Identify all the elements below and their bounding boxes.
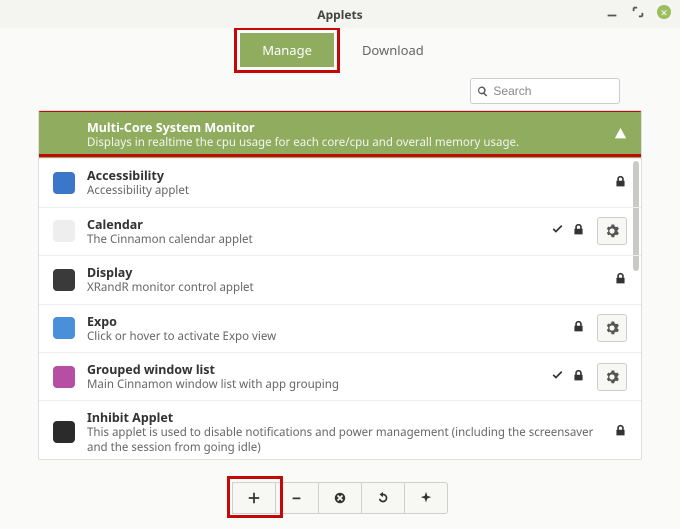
row-status-icons bbox=[614, 126, 627, 144]
applet-text: Inhibit AppletThis applet is used to dis… bbox=[87, 409, 602, 455]
row-status-icons bbox=[614, 271, 627, 289]
applet-title: Grouped window list bbox=[87, 361, 539, 378]
upgrade-button[interactable] bbox=[404, 482, 448, 514]
cancel-icon bbox=[333, 491, 347, 505]
applet-text: DisplayXRandR monitor control applet bbox=[87, 264, 602, 295]
lock-icon bbox=[614, 271, 627, 289]
search-row bbox=[0, 72, 680, 110]
close-icon: ✕ bbox=[657, 5, 671, 19]
applet-row[interactable]: AccessibilityAccessibility applet bbox=[39, 159, 641, 207]
lock-icon bbox=[572, 319, 585, 337]
search-icon bbox=[477, 85, 488, 98]
add-button[interactable] bbox=[232, 482, 276, 514]
applet-title: Inhibit Applet bbox=[87, 409, 602, 426]
activity-monitor-icon bbox=[53, 124, 75, 146]
applet-description: Displays in realtime the cpu usage for e… bbox=[87, 136, 602, 150]
tab-manage[interactable]: Manage bbox=[240, 33, 334, 67]
applet-title: Multi-Core System Monitor bbox=[87, 119, 602, 136]
applet-row[interactable]: Inhibit AppletThis applet is used to dis… bbox=[39, 401, 641, 460]
applet-title: Calendar bbox=[87, 216, 539, 233]
row-status-icons bbox=[614, 423, 627, 441]
applet-description: This applet is used to disable notificat… bbox=[87, 426, 602, 455]
row-status-icons bbox=[551, 222, 585, 240]
toolbar-button-group: − bbox=[233, 482, 448, 514]
applet-title: Expo bbox=[87, 313, 560, 330]
search-field[interactable] bbox=[470, 78, 620, 104]
applet-row[interactable]: CalendarThe Cinnamon calendar applet bbox=[39, 208, 641, 256]
lock-icon bbox=[572, 222, 585, 240]
configure-button[interactable] bbox=[597, 217, 627, 245]
sparkle-icon bbox=[419, 491, 433, 505]
row-status-icons bbox=[614, 174, 627, 192]
warning-icon bbox=[614, 126, 627, 144]
applet-description: XRandR monitor control applet bbox=[87, 281, 602, 295]
titlebar: Applets ✕ bbox=[0, 0, 680, 28]
applet-text: CalendarThe Cinnamon calendar applet bbox=[87, 216, 539, 247]
row-status-icons bbox=[572, 319, 585, 337]
highlight-manage: Manage bbox=[234, 27, 340, 73]
minimize-button[interactable] bbox=[604, 4, 620, 20]
enabled-check-icon bbox=[551, 368, 564, 386]
row-status-icons bbox=[551, 368, 585, 386]
lock-icon bbox=[572, 368, 585, 386]
minus-icon: − bbox=[292, 487, 301, 509]
close-button[interactable]: ✕ bbox=[656, 4, 672, 20]
accessibility-icon bbox=[53, 172, 75, 194]
window-title: Applets bbox=[317, 6, 362, 23]
remove-button[interactable]: − bbox=[275, 482, 319, 514]
enabled-check-icon bbox=[551, 222, 564, 240]
display-icon bbox=[53, 269, 75, 291]
expo-icon bbox=[53, 317, 75, 339]
window-controls: ✕ bbox=[604, 4, 672, 20]
applet-text: AccessibilityAccessibility applet bbox=[87, 167, 602, 198]
applet-text: ExpoClick or hover to activate Expo view bbox=[87, 313, 560, 344]
applet-text: Multi-Core System MonitorDisplays in rea… bbox=[87, 119, 602, 150]
applet-description: Click or hover to activate Expo view bbox=[87, 330, 560, 344]
maximize-button[interactable] bbox=[630, 4, 646, 20]
undo-icon bbox=[376, 491, 390, 505]
applet-row[interactable]: DisplayXRandR monitor control applet bbox=[39, 256, 641, 304]
inhibit-icon bbox=[53, 421, 75, 443]
applet-title: Accessibility bbox=[87, 167, 602, 184]
tab-bar: Manage Download bbox=[0, 28, 680, 72]
applets-window: Applets ✕ Manage Download Multi-Core Sys… bbox=[0, 0, 680, 529]
applet-list[interactable]: Multi-Core System MonitorDisplays in rea… bbox=[38, 110, 642, 460]
disable-button[interactable] bbox=[318, 482, 362, 514]
configure-button[interactable] bbox=[597, 314, 627, 342]
search-input[interactable] bbox=[493, 84, 613, 98]
calendar-icon bbox=[53, 220, 75, 242]
applet-row[interactable]: ExpoClick or hover to activate Expo view bbox=[39, 305, 641, 353]
applet-title: Display bbox=[87, 264, 602, 281]
applet-description: The Cinnamon calendar applet bbox=[87, 233, 539, 247]
applet-description: Main Cinnamon window list with app group… bbox=[87, 378, 539, 392]
lock-icon bbox=[614, 174, 627, 192]
tab-download[interactable]: Download bbox=[340, 33, 446, 67]
restore-button[interactable] bbox=[361, 482, 405, 514]
applet-row[interactable]: Grouped window listMain Cinnamon window … bbox=[39, 353, 641, 401]
configure-button[interactable] bbox=[597, 363, 627, 391]
applet-text: Grouped window listMain Cinnamon window … bbox=[87, 361, 539, 392]
bottom-toolbar: − bbox=[0, 473, 680, 523]
window-list-icon bbox=[53, 366, 75, 388]
plus-icon bbox=[247, 491, 261, 505]
applet-row[interactable]: Multi-Core System MonitorDisplays in rea… bbox=[39, 111, 641, 159]
applet-description: Accessibility applet bbox=[87, 184, 602, 198]
lock-icon bbox=[614, 423, 627, 441]
